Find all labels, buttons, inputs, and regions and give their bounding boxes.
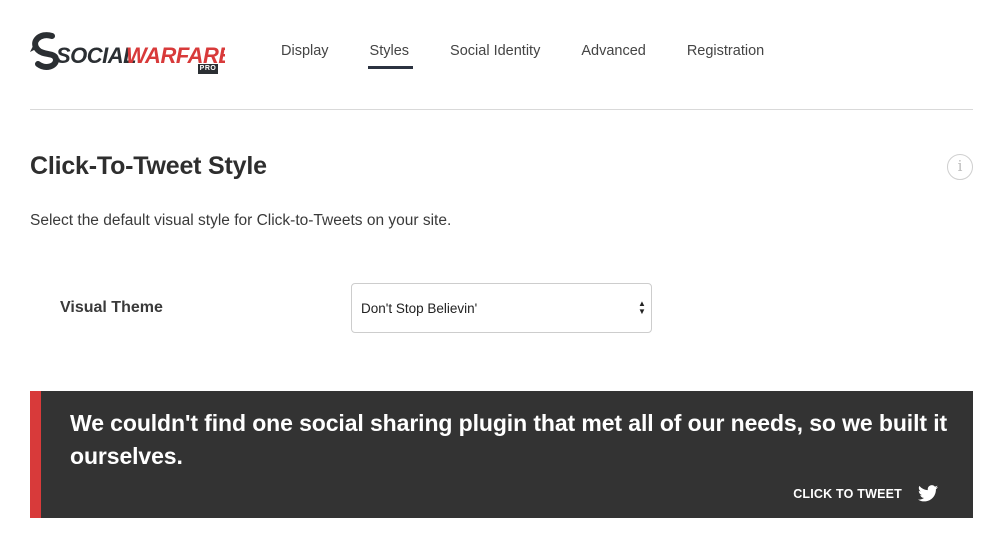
social-warfare-logo[interactable]: SOCIAL WARFARE PRO [30, 30, 225, 74]
tab-styles[interactable]: Styles [367, 43, 413, 69]
tab-registration[interactable]: Registration [687, 43, 764, 69]
tab-social-identity[interactable]: Social Identity [450, 43, 540, 69]
twitter-icon [918, 485, 938, 502]
click-to-tweet-label: CLICK TO TWEET [793, 486, 902, 501]
header-divider [30, 109, 973, 110]
tweet-quote: We couldn't find one social sharing plug… [70, 410, 948, 469]
settings-nav: Display Styles Social Identity Advanced … [281, 43, 805, 69]
section-description: Select the default visual style for Clic… [30, 212, 452, 229]
pro-badge: PRO [198, 64, 218, 74]
click-to-tweet-preview: We couldn't find one social sharing plug… [30, 391, 973, 518]
select-arrows-icon: ▲ ▼ [638, 299, 646, 316]
click-to-tweet-button[interactable]: CLICK TO TWEET [793, 485, 938, 502]
visual-theme-select[interactable]: Don't Stop Believin' ▲ ▼ [351, 283, 652, 333]
info-icon[interactable]: i [947, 154, 973, 180]
logo-text-social: SOCIAL [56, 43, 136, 68]
tab-advanced[interactable]: Advanced [581, 43, 646, 69]
visual-theme-selected-value: Don't Stop Believin' [361, 301, 478, 316]
header: SOCIAL WARFARE PRO Display Styles Social… [30, 28, 973, 80]
section-title: Click-To-Tweet Style [30, 152, 267, 180]
visual-theme-label: Visual Theme [60, 299, 163, 316]
tab-display[interactable]: Display [281, 43, 329, 69]
logo-mark: SOCIAL WARFARE [30, 32, 225, 70]
